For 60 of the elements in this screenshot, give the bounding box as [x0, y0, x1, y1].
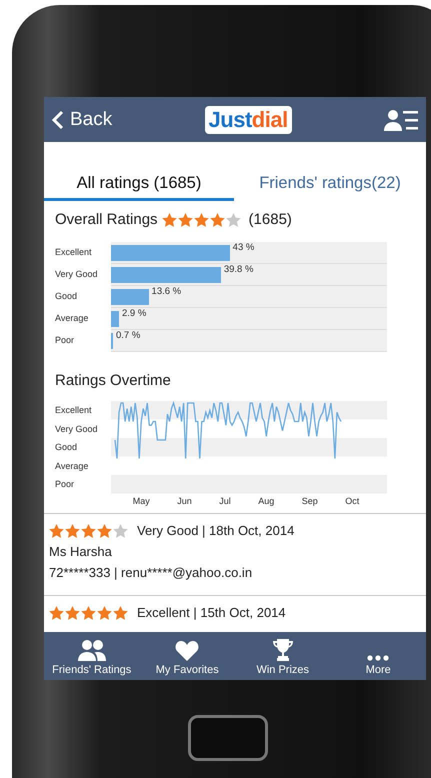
heart-icon [175, 640, 200, 661]
bar-value: 13.6 % [152, 286, 182, 297]
star-icon [113, 524, 128, 538]
overall-ratings-label: Overall Ratings [55, 211, 158, 228]
axis-label: Oct [345, 496, 360, 506]
axis-label: Jun [177, 496, 192, 506]
review-summary: Very Good | 18th Oct, 2014 [137, 523, 294, 538]
ratings-tab[interactable]: Friends' ratings(22) [234, 170, 426, 201]
home-button[interactable] [188, 715, 268, 761]
axis-label: Excellent [55, 404, 93, 417]
axis-label: Sep [302, 496, 318, 506]
nav-button[interactable]: More [330, 632, 426, 680]
bar-label: Good [55, 290, 78, 303]
bar-value: 43 % [232, 242, 254, 253]
bar-value: 39.8 % [224, 264, 254, 275]
star-icon [162, 212, 177, 226]
nav-button[interactable]: Friends' Ratings [44, 632, 140, 680]
reviewer-name: Ms Harsha [49, 544, 113, 559]
axis-label: Poor [55, 478, 76, 491]
ratings-count: (1685) [248, 211, 292, 228]
bar-label: Excellent [55, 246, 93, 259]
rating-bar [111, 310, 119, 326]
star-icon [81, 606, 96, 620]
contact-list-icon[interactable] [384, 108, 418, 130]
star-icon [113, 606, 128, 620]
nav-button[interactable]: Win Prizes [235, 632, 330, 680]
star-icon [49, 524, 64, 538]
star-icon [81, 524, 96, 538]
axis-label: Aug [258, 496, 274, 506]
bar-value: 0.7 % [116, 330, 140, 341]
more-icon [367, 655, 390, 661]
axis-label: Very Good [55, 422, 99, 436]
axis-label: Jul [219, 496, 231, 506]
bar-value: 2.9 % [122, 308, 146, 319]
star-icon [65, 524, 80, 538]
star-icon [178, 212, 193, 226]
axis-label: May [132, 496, 150, 506]
star-icon [65, 606, 80, 620]
chevron-left-icon [52, 110, 64, 130]
star-icon [49, 606, 64, 620]
star-icon [97, 524, 112, 538]
bar-label: Average [55, 312, 90, 325]
nav-button[interactable]: My Favorites [140, 632, 235, 680]
star-icon [210, 212, 225, 226]
trophy-icon [272, 639, 293, 661]
ratings-tab[interactable]: All ratings (1685) [44, 170, 234, 201]
rating-bar [111, 288, 149, 304]
app-logo: Justdial [204, 106, 292, 134]
overtime-title: Ratings Overtime [55, 372, 172, 389]
star-icon [194, 212, 209, 226]
axis-label: Good [55, 441, 78, 454]
star-icon [97, 606, 112, 620]
reviewer-contact: 72*****333 | renu*****@yahoo.co.in [49, 565, 254, 580]
star-icon [226, 212, 241, 226]
review-summary: Excellent | 15th Oct, 2014 [137, 605, 286, 620]
axis-label: Average [55, 460, 90, 473]
bar-label: Poor [55, 334, 76, 347]
back-button[interactable]: Back [52, 108, 112, 130]
bar-label: Very Good [55, 268, 99, 281]
people-icon [76, 639, 107, 661]
